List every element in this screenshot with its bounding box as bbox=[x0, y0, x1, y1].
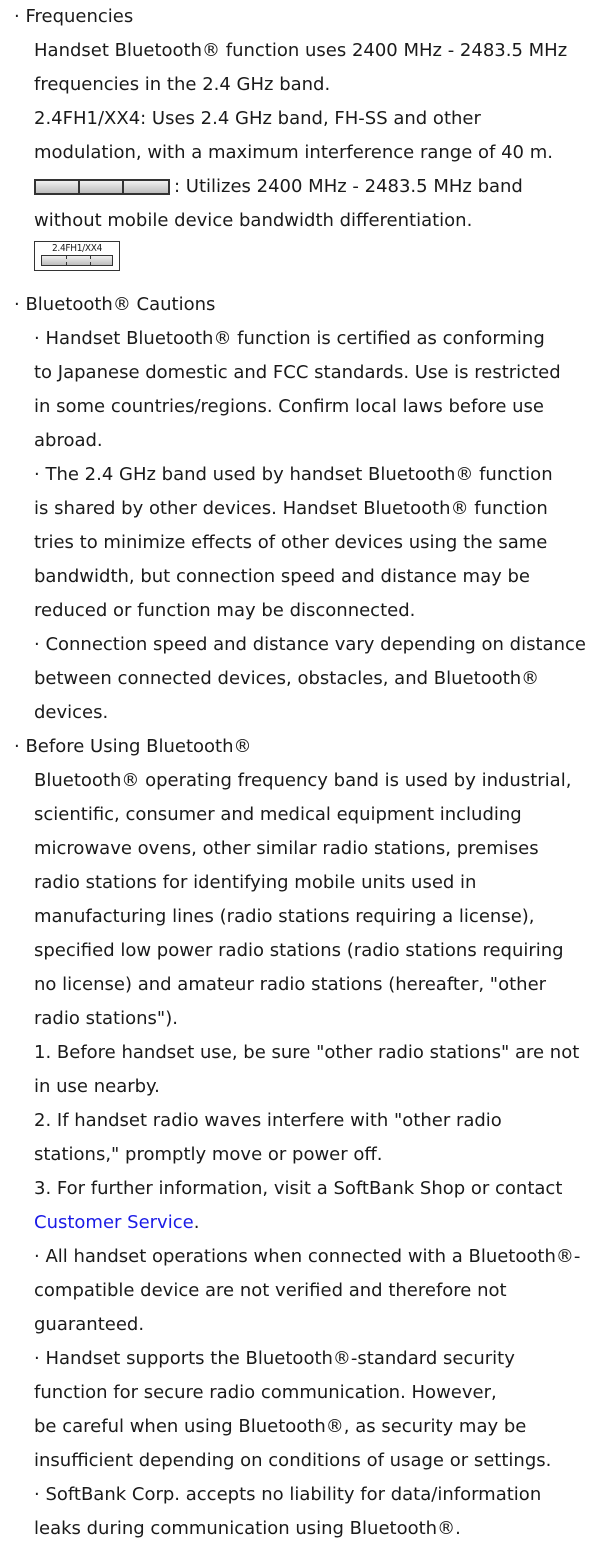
band-indicator-icon bbox=[34, 179, 170, 195]
band-description-row: : Utilizes 2400 MHz - 2483.5 MHz band bbox=[14, 170, 604, 204]
before-using-body-line-1: Bluetooth® operating frequency band is u… bbox=[34, 770, 572, 791]
note-3-line-2: leaks during communication using Bluetoo… bbox=[34, 1518, 461, 1539]
band-description-text-2: without mobile device bandwidth differen… bbox=[34, 210, 473, 231]
caution-item-1-line-3: in some countries/regions. Confirm local… bbox=[34, 396, 544, 417]
before-using-body-line-2: scientific, consumer and medical equipme… bbox=[34, 804, 522, 825]
step-2-line-2: stations," promptly move or power off. bbox=[34, 1144, 383, 1165]
band-description-text: : Utilizes 2400 MHz - 2483.5 MHz band bbox=[174, 176, 523, 197]
frequencies-line-3: 2.4FH1/XX4: Uses 2.4 GHz band, FH-SS and… bbox=[34, 108, 481, 129]
frequency-label-icon-row: 2.4FH1/XX4 bbox=[14, 238, 604, 274]
before-using-body-line-5: manufacturing lines (radio stations requ… bbox=[34, 906, 535, 927]
frequencies-line-2: frequencies in the 2.4 GHz band. bbox=[34, 74, 331, 95]
frequencies-heading: · Frequencies bbox=[14, 6, 134, 27]
caution-item-3-line-2: between connected devices, obstacles, an… bbox=[34, 668, 540, 689]
caution-item-1-line-1: · Handset Bluetooth® function is certifi… bbox=[34, 328, 545, 349]
step-3-line-1: 3. For further information, visit a Soft… bbox=[34, 1178, 563, 1199]
caution-item-1-line-2: to Japanese domestic and FCC standards. … bbox=[34, 362, 561, 383]
customer-service-suffix: . bbox=[193, 1212, 200, 1233]
note-2-line-3: be careful when using Bluetooth®, as sec… bbox=[34, 1416, 527, 1437]
note-1-line-2: compatible device are not verified and t… bbox=[34, 1280, 507, 1301]
step-1-line-2: in use nearby. bbox=[34, 1076, 160, 1097]
note-3-line-1: · SoftBank Corp. accepts no liability fo… bbox=[34, 1484, 542, 1505]
frequency-label-icon-text: 2.4FH1/XX4 bbox=[51, 243, 103, 254]
before-using-body-line-7: no license) and amateur radio stations (… bbox=[34, 974, 547, 995]
document-page: · Frequencies Handset Bluetooth® functio… bbox=[0, 0, 604, 1539]
frequency-label-icon: 2.4FH1/XX4 bbox=[34, 241, 120, 271]
note-2-line-1: · Handset supports the Bluetooth®-standa… bbox=[34, 1348, 515, 1369]
note-2-line-2: function for secure radio communication.… bbox=[34, 1382, 497, 1403]
caution-item-2-line-3: tries to minimize effects of other devic… bbox=[34, 532, 548, 553]
note-1-line-1: · All handset operations when connected … bbox=[34, 1246, 581, 1267]
note-2-line-4: insufficient depending on conditions of … bbox=[34, 1450, 552, 1471]
caution-item-2-line-2: is shared by other devices. Handset Blue… bbox=[34, 498, 548, 519]
before-using-body-line-3: microwave ovens, other similar radio sta… bbox=[34, 838, 539, 859]
frequencies-line-4: modulation, with a maximum interference … bbox=[34, 142, 553, 163]
caution-item-2-line-4: bandwidth, but connection speed and dist… bbox=[34, 566, 530, 587]
before-using-body-line-8: radio stations"). bbox=[34, 1008, 178, 1029]
caution-item-1-line-4: abroad. bbox=[34, 430, 103, 451]
caution-item-2-line-1: · The 2.4 GHz band used by handset Bluet… bbox=[34, 464, 553, 485]
cautions-heading: · Bluetooth® Cautions bbox=[14, 294, 216, 315]
before-using-body-line-6: specified low power radio stations (radi… bbox=[34, 940, 564, 961]
note-1-line-3: guaranteed. bbox=[34, 1314, 145, 1335]
before-using-heading: · Before Using Bluetooth® bbox=[14, 736, 252, 757]
before-using-body-line-4: radio stations for identifying mobile un… bbox=[34, 872, 477, 893]
caution-item-2-line-5: reduced or function may be disconnected. bbox=[34, 600, 416, 621]
customer-service-link[interactable]: Customer Service bbox=[34, 1212, 194, 1233]
frequencies-line-1: Handset Bluetooth® function uses 2400 MH… bbox=[34, 40, 568, 61]
caution-item-3-line-3: devices. bbox=[34, 702, 109, 723]
step-3-line-2: Customer Service. bbox=[14, 1206, 604, 1240]
step-1-line-1: 1. Before handset use, be sure "other ra… bbox=[34, 1042, 580, 1063]
caution-item-3-line-1: · Connection speed and distance vary dep… bbox=[34, 634, 586, 655]
step-2-line-1: 2. If handset radio waves interfere with… bbox=[34, 1110, 502, 1131]
